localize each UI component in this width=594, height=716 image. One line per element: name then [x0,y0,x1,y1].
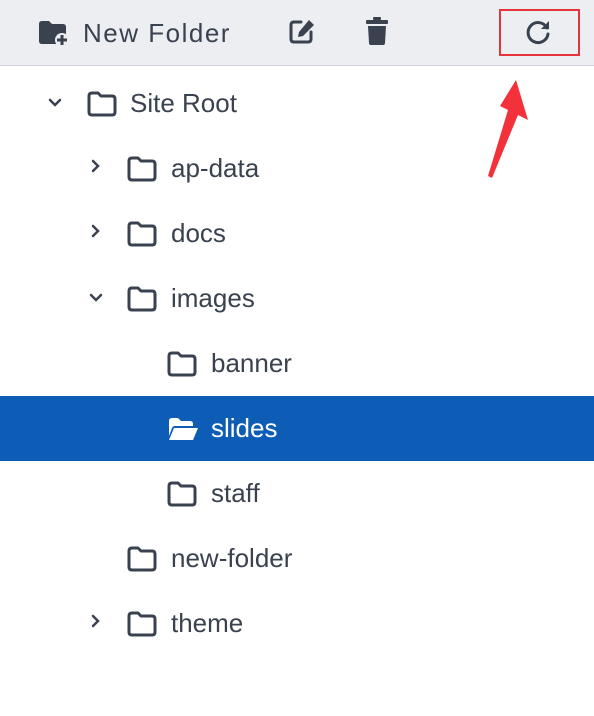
folder-icon [127,156,157,187]
folder-icon [127,546,157,577]
tree-item-site-root[interactable]: Site Root [0,71,594,136]
tree-item-label: staff [211,478,260,508]
folder-icon [127,611,157,642]
chevron-down-icon[interactable] [88,291,104,309]
folder-plus-icon [38,19,69,47]
chevron-right-icon[interactable] [90,223,102,244]
folder-icon [167,351,197,382]
tree-item-label: docs [171,218,226,248]
edit-icon [288,18,316,46]
tree-item-label: theme [171,608,244,638]
chevron-down-icon[interactable] [47,96,63,114]
tree-item-docs[interactable]: docs [0,201,594,266]
folder-icon [127,286,157,317]
folder-icon [127,221,157,252]
new-folder-button[interactable]: New Folder [38,16,231,50]
new-folder-label: New Folder [83,17,231,48]
tree-item-images[interactable]: images [0,266,594,331]
chevron-right-icon[interactable] [90,158,102,179]
refresh-highlight-box [499,9,580,56]
tree-item-label: new-folder [171,543,293,573]
tree-item-label: slides [211,413,278,443]
tree-item-label: Site Root [130,88,237,118]
chevron-right-icon[interactable] [90,613,102,634]
tree-item-banner[interactable]: banner [0,331,594,396]
tree-item-slides[interactable]: slides [0,396,594,461]
trash-icon [366,16,388,46]
tree-item-staff[interactable]: staff [0,461,594,526]
tree-item-ap-data[interactable]: ap-data [0,136,594,201]
folder-open-icon [167,416,199,447]
folder-icon [167,481,197,512]
delete-button[interactable] [366,16,388,46]
folder-icon [87,91,117,122]
tree-item-label: ap-data [171,153,260,183]
tree-item-new-folder[interactable]: new-folder [0,526,594,591]
tree-item-theme[interactable]: theme [0,591,594,656]
tree-item-label: banner [211,348,292,378]
edit-button[interactable] [288,18,316,46]
tree-item-label: images [171,283,255,313]
